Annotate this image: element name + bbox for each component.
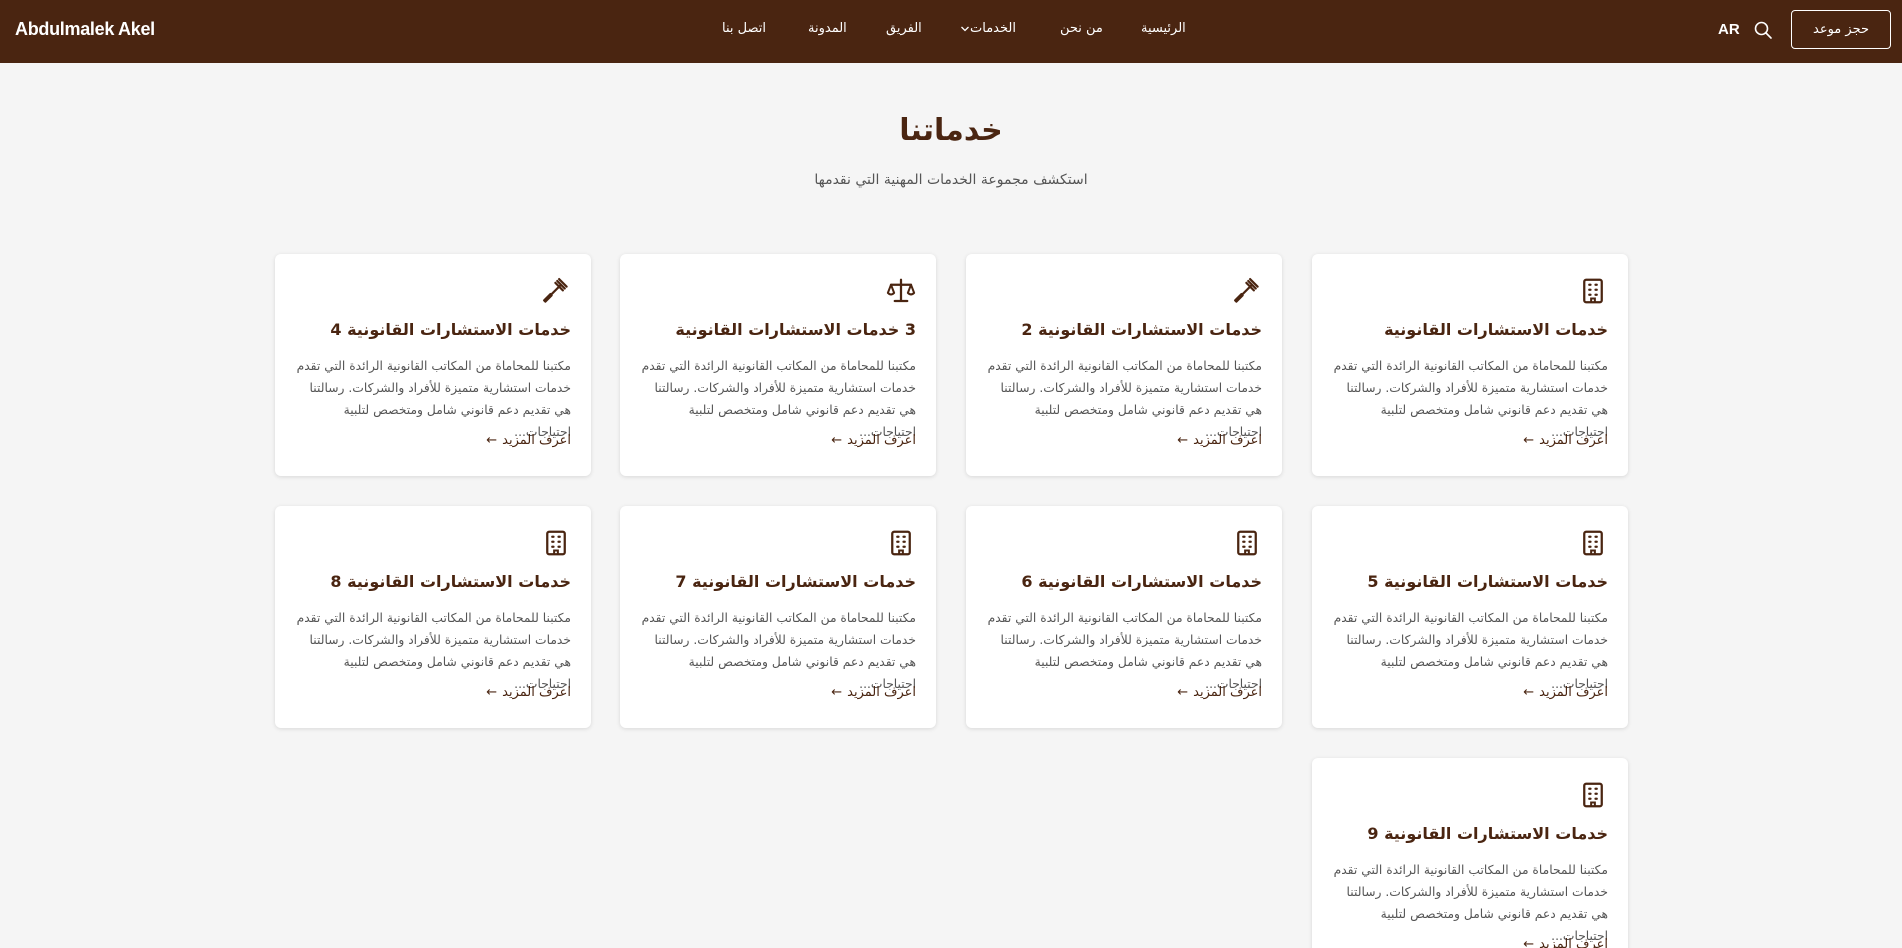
arrow-left-icon: ←	[1523, 433, 1535, 448]
service-card-description: مكتبنا للمحاماة من المكاتب القانونية الر…	[296, 359, 571, 439]
top-navbar: Abdulmalek Akel الرئيسية من نحن الخدمات …	[0, 0, 1902, 63]
book-appointment-button[interactable]: حجز موعد	[1791, 10, 1891, 49]
service-card-title: خدمات الاستشارات القانونية 8	[330, 572, 571, 591]
service-card[interactable]: 3 خدمات الاستشارات القانونية مكتبنا للمحا…	[620, 254, 936, 476]
service-card-description: مكتبنا للمحاماة من المكاتب القانونية الر…	[1333, 863, 1608, 943]
service-card-title: خدمات الاستشارات القانونية 9	[1367, 824, 1608, 843]
nav-contact[interactable]: اتصل بنا	[722, 21, 766, 36]
learn-more-label: اعرف المزيد	[847, 433, 916, 448]
arrow-left-icon: ←	[486, 433, 498, 448]
learn-more-label: اعرف المزيد	[502, 685, 571, 700]
nav-about[interactable]: من نحن	[1060, 21, 1103, 36]
service-card[interactable]: خدمات الاستشارات القانونية مكتبنا للمحاما…	[1312, 254, 1628, 476]
nav-services-label: الخدمات	[970, 21, 1016, 36]
nav-team[interactable]: الفريق	[886, 21, 922, 36]
learn-more-label: اعرف المزيد	[1193, 433, 1262, 448]
building-icon	[541, 528, 571, 558]
building-icon	[1578, 528, 1608, 558]
learn-more-label: اعرف المزيد	[1539, 937, 1608, 948]
search-icon[interactable]	[1753, 20, 1773, 40]
service-card[interactable]: خدمات الاستشارات القانونية 9 مكتبنا للمحا…	[1312, 758, 1628, 948]
scale-icon	[886, 276, 916, 306]
building-icon	[1578, 276, 1608, 306]
arrow-left-icon: ←	[486, 685, 498, 700]
service-card-title: خدمات الاستشارات القانونية 5	[1367, 572, 1608, 591]
gavel-icon	[1232, 276, 1262, 306]
learn-more-link[interactable]: اعرف المزيد ←	[486, 685, 571, 700]
service-card-title: خدمات الاستشارات القانونية 7	[675, 572, 916, 591]
service-card-description: مكتبنا للمحاماة من المكاتب القانونية الر…	[987, 611, 1262, 691]
service-card-title: خدمات الاستشارات القانونية 2	[1021, 320, 1262, 339]
service-card[interactable]: خدمات الاستشارات القانونية 4 مكتبنا للمحا…	[275, 254, 591, 476]
nav-services[interactable]: الخدمات	[959, 21, 1016, 36]
learn-more-label: اعرف المزيد	[847, 685, 916, 700]
arrow-left-icon: ←	[1523, 685, 1535, 700]
gavel-icon	[541, 276, 571, 306]
service-card-description: مكتبنا للمحاماة من المكاتب القانونية الر…	[987, 359, 1262, 439]
arrow-left-icon: ←	[831, 685, 843, 700]
service-card[interactable]: خدمات الاستشارات القانونية 6 مكتبنا للمحا…	[966, 506, 1282, 728]
service-card[interactable]: خدمات الاستشارات القانونية 2 مكتبنا للمحا…	[966, 254, 1282, 476]
learn-more-label: اعرف المزيد	[1539, 433, 1608, 448]
learn-more-label: اعرف المزيد	[1193, 685, 1262, 700]
nav-blog[interactable]: المدونة	[808, 21, 847, 36]
service-card-description: مكتبنا للمحاماة من المكاتب القانونية الر…	[641, 359, 916, 439]
learn-more-label: اعرف المزيد	[1539, 685, 1608, 700]
page-title: خدماتنا	[899, 113, 1003, 148]
service-card-title: 3 خدمات الاستشارات القانونية	[675, 320, 916, 339]
building-icon	[886, 528, 916, 558]
service-card-title: خدمات الاستشارات القانونية 4	[330, 320, 571, 339]
service-card[interactable]: خدمات الاستشارات القانونية 7 مكتبنا للمحا…	[620, 506, 936, 728]
learn-more-link[interactable]: اعرف المزيد ←	[1523, 433, 1608, 448]
learn-more-link[interactable]: اعرف المزيد ←	[1177, 433, 1262, 448]
learn-more-label: اعرف المزيد	[502, 433, 571, 448]
learn-more-link[interactable]: اعرف المزيد ←	[1177, 685, 1262, 700]
learn-more-link[interactable]: اعرف المزيد ←	[486, 433, 571, 448]
learn-more-link[interactable]: اعرف المزيد ←	[1523, 937, 1608, 948]
service-card-title: خدمات الاستشارات القانونية 6	[1021, 572, 1262, 591]
arrow-left-icon: ←	[1177, 685, 1189, 700]
service-card-title: خدمات الاستشارات القانونية	[1384, 320, 1608, 339]
service-card-description: مكتبنا للمحاماة من المكاتب القانونية الر…	[1333, 359, 1608, 439]
service-card-description: مكتبنا للمحاماة من المكاتب القانونية الر…	[1333, 611, 1608, 691]
main-nav: الرئيسية من نحن الخدمات الفريق المدونة ا…	[0, 0, 1902, 63]
learn-more-link[interactable]: اعرف المزيد ←	[1523, 685, 1608, 700]
arrow-left-icon: ←	[831, 433, 843, 448]
building-icon	[1578, 780, 1608, 810]
service-card-description: مكتبنا للمحاماة من المكاتب القانونية الر…	[296, 611, 571, 691]
nav-home[interactable]: الرئيسية	[1141, 21, 1186, 36]
arrow-left-icon: ←	[1523, 937, 1535, 948]
language-toggle[interactable]: AR	[1718, 21, 1740, 38]
arrow-left-icon: ←	[1177, 433, 1189, 448]
service-card-description: مكتبنا للمحاماة من المكاتب القانونية الر…	[641, 611, 916, 691]
page-subtitle: استكشف مجموعة الخدمات المهنية التي نقدمه…	[814, 172, 1088, 188]
chevron-down-icon	[961, 26, 969, 31]
service-card[interactable]: خدمات الاستشارات القانونية 5 مكتبنا للمحا…	[1312, 506, 1628, 728]
learn-more-link[interactable]: اعرف المزيد ←	[831, 433, 916, 448]
service-card[interactable]: خدمات الاستشارات القانونية 8 مكتبنا للمحا…	[275, 506, 591, 728]
building-icon	[1232, 528, 1262, 558]
learn-more-link[interactable]: اعرف المزيد ←	[831, 685, 916, 700]
